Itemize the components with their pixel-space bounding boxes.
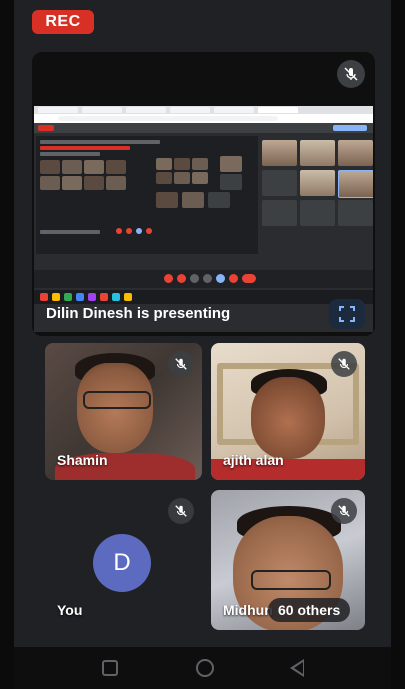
screen-share-tile[interactable]: Dilin Dinesh is presenting <box>32 52 375 336</box>
nested-meet-toolbar <box>34 270 373 288</box>
participant-name: ajith alan <box>223 452 284 468</box>
participant-name: Shamin <box>57 452 108 468</box>
android-navbar <box>14 647 391 689</box>
avatar: D <box>93 534 151 592</box>
recording-badge[interactable]: REC <box>32 10 94 34</box>
presenting-bar <box>34 123 373 133</box>
bezel-left <box>0 0 14 689</box>
others-count-button[interactable]: 60 others <box>268 598 351 622</box>
participant-name: You <box>57 602 83 618</box>
mic-off-icon <box>168 498 194 524</box>
bezel-right <box>391 0 405 689</box>
mic-off-icon <box>331 498 357 524</box>
nested-taskbar <box>34 290 373 304</box>
nested-screen <box>36 136 258 254</box>
home-icon[interactable] <box>196 659 214 677</box>
participant-name: Midhun <box>223 602 273 618</box>
participant-tile-you[interactable]: D You <box>45 490 202 630</box>
browser-urlbar <box>34 114 373 123</box>
presenter-status: Dilin Dinesh is presenting <box>46 305 231 322</box>
meet-app: REC Dilin Dinesh is presenting Shamin aj… <box>14 0 391 647</box>
participant-tile-ajith-alan[interactable]: ajith alan <box>211 343 365 480</box>
mic-off-icon <box>168 351 194 377</box>
shared-screen-content <box>34 106 373 332</box>
browser-tabbar <box>34 106 373 114</box>
fullscreen-icon <box>339 306 355 322</box>
fullscreen-button[interactable] <box>329 299 365 329</box>
participant-tile-shamin[interactable]: Shamin <box>45 343 202 480</box>
nested-participant-grid <box>262 140 373 250</box>
recents-icon[interactable] <box>102 660 118 676</box>
mic-off-icon <box>337 60 365 88</box>
mic-off-icon <box>331 351 357 377</box>
